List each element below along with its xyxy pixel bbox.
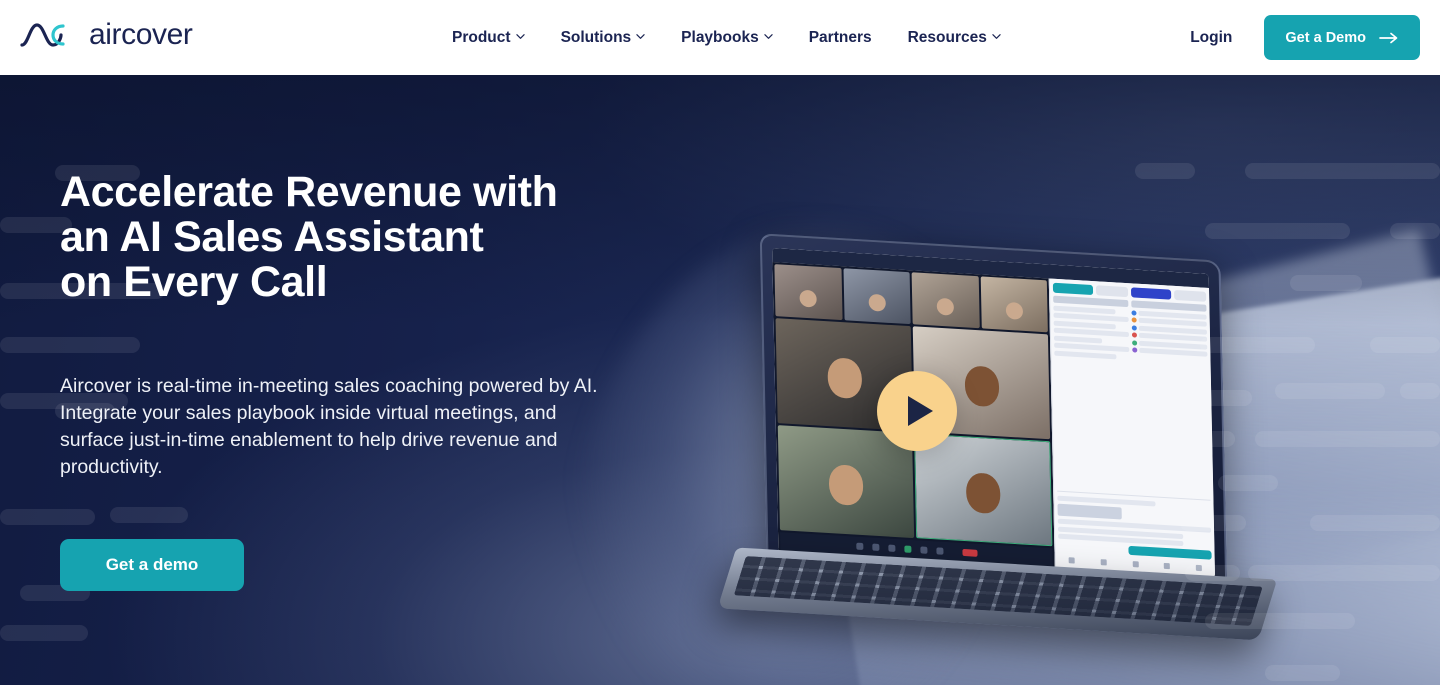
arrow-right-icon — [1379, 32, 1399, 44]
participants-column — [1053, 295, 1132, 491]
panel-columns — [1053, 295, 1210, 496]
chevron-down-icon — [636, 32, 645, 41]
battlecard-bullets — [1057, 518, 1212, 548]
hero-title: Accelerate Revenue with an AI Sales Assi… — [60, 170, 660, 305]
play-icon — [908, 396, 933, 426]
laptop-lid — [759, 233, 1228, 591]
nav-item-playbooks[interactable]: Playbooks — [663, 29, 791, 47]
nav-item-label: Solutions — [560, 28, 632, 46]
panel-tab-active — [1052, 282, 1094, 296]
hero-title-line-3: on Every Call — [60, 258, 328, 306]
aircover-sidebar-panel — [1048, 278, 1216, 578]
meeting-body — [772, 262, 1216, 578]
participant-tile — [774, 264, 843, 321]
nav-item-label: Product — [452, 28, 511, 46]
header-actions: Login Get a Demo — [1190, 0, 1420, 75]
site-header: aircover Product Solutions Playbooks Par… — [0, 0, 1440, 75]
nav-item-partners[interactable]: Partners — [791, 29, 890, 47]
timeline-column — [1131, 300, 1210, 495]
panel-tab — [1096, 285, 1129, 298]
landing-page: aircover Product Solutions Playbooks Par… — [0, 0, 1440, 685]
chevron-down-icon — [515, 32, 525, 41]
laptop-illustration — [717, 166, 1278, 641]
nav-item-solutions[interactable]: Solutions — [543, 29, 664, 47]
nav-item-resources[interactable]: Resources — [890, 29, 1019, 47]
meeting-app-screen — [772, 248, 1216, 578]
hero-title-line-2: an AI Sales Assistant — [60, 213, 484, 261]
hero-subtitle: Aircover is real-time in-meeting sales c… — [60, 375, 598, 478]
participant-tile — [843, 268, 911, 325]
account-logo — [1057, 503, 1123, 520]
nav-item-product[interactable]: Product — [452, 29, 543, 47]
panel-tab-presenter — [1131, 287, 1172, 300]
participant-tile — [980, 276, 1049, 333]
hero-content: Accelerate Revenue with an AI Sales Assi… — [60, 75, 680, 685]
primary-nav: Product Solutions Playbooks Partners Res… — [452, 0, 1019, 75]
get-a-demo-button[interactable]: Get a Demo — [1264, 15, 1420, 60]
aircover-wave-monogram-icon — [20, 18, 76, 52]
nav-item-label: Partners — [808, 28, 872, 46]
chevron-down-icon — [764, 32, 773, 41]
chevron-down-icon — [992, 32, 1001, 41]
hero-section: Accelerate Revenue with an AI Sales Assi… — [0, 75, 1440, 685]
brand-name: aircover — [89, 18, 193, 51]
hero-title-line-1: Accelerate Revenue with — [60, 168, 558, 216]
nav-item-label: Resources — [907, 28, 987, 46]
participant-tile — [911, 272, 980, 329]
login-link[interactable]: Login — [1190, 29, 1232, 47]
brand-logo-link[interactable]: aircover — [20, 18, 193, 52]
get-a-demo-label: Get a Demo — [1285, 29, 1366, 46]
play-video-button[interactable] — [877, 371, 957, 451]
hero-get-a-demo-button[interactable]: Get a demo — [60, 539, 244, 591]
nav-item-label: Playbooks — [681, 28, 759, 46]
panel-tab — [1174, 289, 1207, 302]
participant-tile-active-speaker — [914, 433, 1053, 547]
